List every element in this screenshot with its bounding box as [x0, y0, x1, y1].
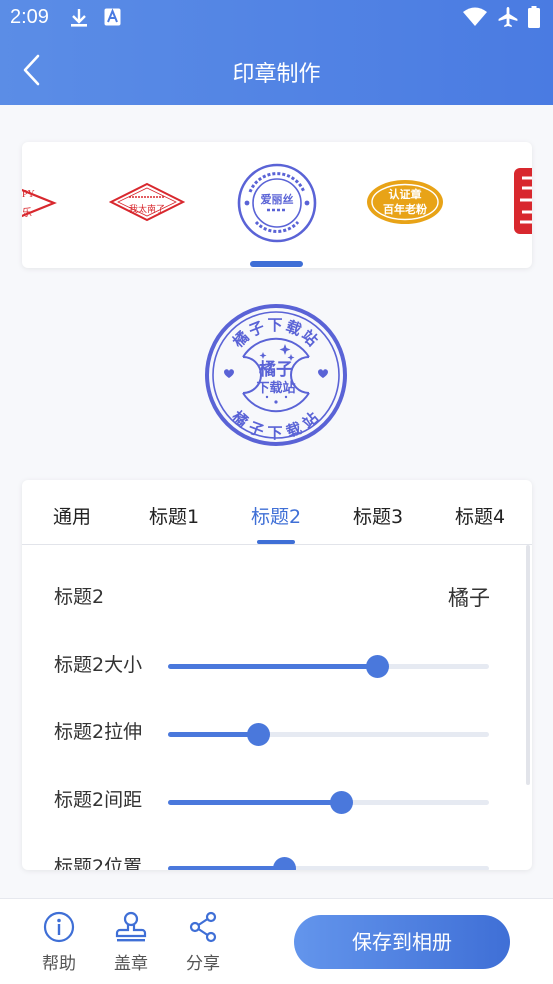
size-slider[interactable] [168, 655, 489, 678]
slider-thumb[interactable] [330, 791, 354, 814]
tab-bar: 通用 标题1 标题2 标题3 标题4 [22, 480, 532, 545]
share-label: 分享 [186, 954, 220, 974]
stretch-slider[interactable] [168, 723, 489, 746]
app-header: 2:09 印章制作 [0, 0, 553, 105]
slider-fill [168, 732, 258, 737]
stamp-text: PY [22, 189, 35, 200]
gold-oval-stamp[interactable]: 认证章 百年老粉 [366, 179, 444, 225]
stamp-text: 认证章 [388, 188, 422, 201]
stamp-text: 乐 [22, 208, 32, 219]
tab-title4[interactable]: 标题4 [430, 502, 530, 529]
help-button[interactable]: 帮助 [34, 911, 84, 974]
blue-round-stamp[interactable]: 爱丽丝 [236, 162, 318, 244]
page-title: 印章制作 [232, 62, 321, 87]
tab-general[interactable]: 通用 [22, 502, 122, 529]
tab-title2[interactable]: 标题2 [226, 502, 326, 529]
stamp-text: 百年老粉 [383, 203, 427, 216]
position-slider[interactable] [168, 857, 489, 870]
bottom-bar: 帮助 盖章 分享 保存到相册 [0, 898, 553, 984]
tab-title3[interactable]: 标题3 [328, 502, 428, 529]
slider-thumb[interactable] [272, 857, 296, 870]
stamp-title-line1: 橘子 [258, 360, 293, 380]
share-icon [189, 911, 217, 943]
stamp-text: 爱丽丝 [260, 193, 294, 206]
panel-scrollbar[interactable] [526, 545, 530, 785]
slider-thumb[interactable] [246, 723, 270, 746]
title-text-input[interactable]: 橘子 [448, 582, 490, 612]
notification-a-icon [104, 8, 121, 30]
partial-left-stamp[interactable]: PY 乐 [22, 180, 58, 226]
slider-fill [168, 664, 377, 669]
download-icon [70, 8, 88, 32]
tab-title1[interactable]: 标题1 [124, 502, 224, 529]
stretch-slider-label: 标题2拉伸 [54, 721, 143, 743]
slider-fill [168, 866, 284, 870]
spacing-slider[interactable] [168, 791, 489, 814]
share-button[interactable]: 分享 [178, 911, 228, 974]
slider-thumb[interactable] [365, 655, 389, 678]
wifi-icon [463, 7, 487, 31]
stamp-label: 盖章 [114, 954, 148, 974]
battery-icon [528, 6, 540, 32]
carousel-indicator [250, 261, 303, 267]
active-tab-indicator [257, 540, 295, 544]
save-to-album-button[interactable]: 保存到相册 [294, 915, 510, 969]
help-label: 帮助 [42, 954, 76, 974]
position-slider-label: 标题2位置 [54, 856, 143, 870]
red-diamond-stamp[interactable]: 我太南了 [108, 182, 186, 222]
stamp-text: 我太南了 [128, 204, 165, 214]
airplane-icon [497, 6, 519, 32]
settings-panel: 通用 标题1 标题2 标题3 标题4 标题2 橘子 标题2大小 标题2拉伸 标题… [22, 480, 532, 870]
slider-fill [168, 800, 342, 805]
stamp-preview: 橘子下载站 橘子下载站 橘子 下载站 [203, 302, 349, 448]
status-time: 2:09 [10, 6, 49, 28]
stamp-carousel[interactable]: PY 乐 我太南了 爱丽丝 认证章 百年老粉 [22, 142, 532, 268]
title-text-label: 标题2 [54, 586, 105, 608]
stamp-preview-graphic: 橘子下载站 橘子下载站 橘子 下载站 [205, 304, 347, 446]
size-slider-label: 标题2大小 [54, 654, 143, 676]
info-icon [43, 911, 75, 943]
status-bar: 2:09 [0, 0, 553, 36]
partial-red-stamp[interactable] [514, 168, 532, 234]
spacing-slider-label: 标题2间距 [54, 789, 143, 811]
stamp-button[interactable]: 盖章 [106, 911, 156, 974]
stamp-title-line2: 下载站 [256, 380, 295, 396]
stamp-icon [115, 911, 147, 942]
